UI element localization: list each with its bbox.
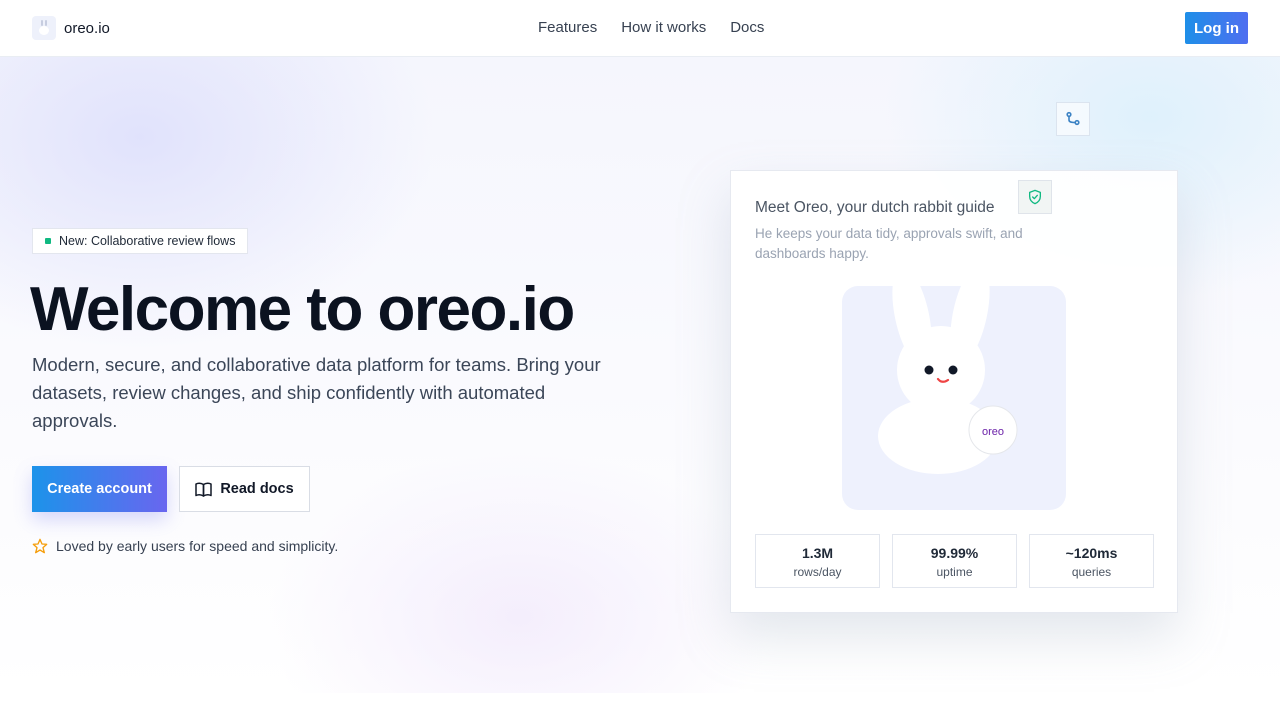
nav-link-features[interactable]: Features xyxy=(538,19,597,36)
stat-label: uptime xyxy=(936,565,973,579)
card-title: Meet Oreo, your dutch rabbit guide xyxy=(755,199,995,216)
read-docs-label: Read docs xyxy=(220,481,294,497)
mascot-card: Meet Oreo, your dutch rabbit guide He ke… xyxy=(730,170,1178,613)
social-proof: Loved by early users for speed and simpl… xyxy=(32,538,338,554)
stat-label: rows/day xyxy=(793,565,842,579)
main-nav: Features How it works Docs xyxy=(538,19,764,36)
stat-value: ~120ms xyxy=(1065,545,1118,561)
card-description: He keeps your data tidy, approvals swift… xyxy=(755,226,1023,261)
shield-check-icon xyxy=(1018,180,1052,214)
star-icon xyxy=(32,538,48,554)
book-icon xyxy=(195,482,213,497)
login-button[interactable]: Log in xyxy=(1185,12,1248,44)
read-docs-button[interactable]: Read docs xyxy=(179,466,310,512)
announcement-badge[interactable]: New: Collaborative review flows xyxy=(32,228,249,254)
create-account-button[interactable]: Create account xyxy=(32,466,167,512)
stat-value: 99.99% xyxy=(930,545,979,561)
rabbit-illustration: oreo xyxy=(842,286,1066,510)
nav-link-docs[interactable]: Docs xyxy=(730,19,764,36)
git-branch-icon xyxy=(1056,102,1090,136)
badge-text: New: Collaborative review flows xyxy=(59,234,236,248)
rabbit-logo-icon xyxy=(32,16,56,40)
social-proof-text: Loved by early users for speed and simpl… xyxy=(56,538,339,554)
stats-row: 1.3M rows/day 99.99% uptime ~120ms queri… xyxy=(755,534,1154,588)
rabbit-mascot-icon: oreo xyxy=(878,286,1018,474)
top-navbar: oreo.io Features How it works Docs Log i… xyxy=(0,0,1280,57)
brand-name: oreo.io xyxy=(64,19,110,37)
stat-label: queries xyxy=(1071,565,1112,579)
stat-card: 99.99% uptime xyxy=(892,534,1017,588)
hero-title: Welcome to oreo.io xyxy=(30,275,575,344)
nav-link-how-it-works[interactable]: How it works xyxy=(621,19,706,36)
stat-card: ~120ms queries xyxy=(1029,534,1154,588)
hero-section: New: Collaborative review flows Welcome … xyxy=(0,57,1280,693)
hero-subtitle: Modern, secure, and collaborative data p… xyxy=(32,354,601,431)
status-dot-icon xyxy=(45,238,51,244)
stat-value: 1.3M xyxy=(801,545,834,561)
brand[interactable]: oreo.io xyxy=(32,16,110,40)
mascot-tag: oreo xyxy=(982,426,1004,438)
stat-card: 1.3M rows/day xyxy=(755,534,880,588)
